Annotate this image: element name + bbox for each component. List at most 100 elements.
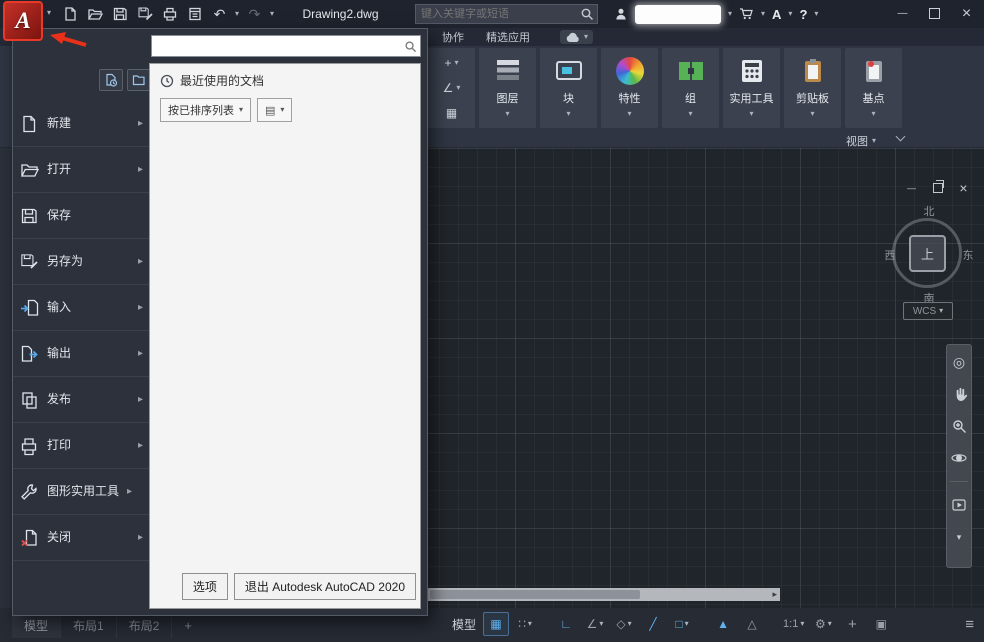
tab-collaborate[interactable]: 协作 (436, 30, 470, 46)
fragment-tool-1[interactable]: + (444, 56, 458, 70)
scrollbar-right-arrow-icon[interactable]: ▸ (772, 589, 777, 600)
minimize-window-icon[interactable] (895, 6, 910, 21)
snap-icon[interactable]: ∷ (512, 612, 538, 636)
viewcube-top-face[interactable]: 上 (909, 235, 946, 272)
fragment-tool-2[interactable]: ∠ (443, 81, 461, 95)
display-caret-icon (280, 106, 284, 114)
exit-button[interactable]: 退出 Autodesk AutoCAD 2020 (234, 573, 416, 600)
panel-groups[interactable]: 组 (662, 48, 719, 128)
sort-order-dropdown[interactable]: 按已排序列表 (160, 98, 251, 122)
isodraft-icon[interactable]: ◇ (611, 612, 637, 636)
display-mode-dropdown[interactable]: ▤ (257, 98, 292, 122)
menu-item-print[interactable]: 打印 (13, 423, 149, 469)
wrench-icon (19, 482, 39, 502)
panel-clipboard[interactable]: 剪贴板 (784, 48, 841, 128)
menu-item-new[interactable]: 新建 (13, 101, 149, 147)
navigation-wheel-icon[interactable]: ◎ (950, 353, 968, 371)
redo-icon[interactable]: ↷ (245, 5, 264, 24)
panel-basepoint[interactable]: 基点 (845, 48, 902, 128)
help-icon[interactable]: ? (799, 7, 807, 22)
scrollbar-thumb[interactable] (430, 590, 640, 599)
zoom-icon[interactable] (950, 417, 968, 435)
submenu-arrow-icon (138, 440, 143, 451)
viewport-restore-icon[interactable] (931, 181, 944, 194)
ribbon-minimize-icon[interactable] (896, 132, 906, 142)
hardware-acceleration-icon[interactable]: ▣ (868, 612, 894, 636)
menu-item-close[interactable]: 关闭 (13, 515, 149, 561)
cart-caret-icon[interactable] (761, 10, 765, 18)
clipboard-icon (798, 55, 828, 87)
panel-utilities[interactable]: 实用工具 (723, 48, 780, 128)
page-setup-icon[interactable] (185, 5, 204, 24)
submenu-arrow-icon (138, 302, 143, 313)
compass-east[interactable]: 东 (958, 247, 978, 263)
menu-item-save-as[interactable]: 另存为 (13, 239, 149, 285)
horizontal-scrollbar[interactable]: ▸ (428, 588, 780, 601)
panel-groups-caret-icon (688, 110, 692, 118)
menu-item-publish[interactable]: 发布 (13, 377, 149, 423)
undo-caret-icon[interactable] (235, 10, 239, 18)
customize-icon[interactable]: ≡ (965, 611, 974, 637)
panel-layers[interactable]: 图层 (479, 48, 536, 128)
autodesk-logo[interactable]: A (772, 7, 781, 22)
menu-item-export[interactable]: 输出 (13, 331, 149, 377)
undo-icon[interactable]: ↶ (210, 5, 229, 24)
menu-item-import[interactable]: 输入 (13, 285, 149, 331)
menu-search-input[interactable] (152, 40, 404, 52)
help-caret-icon[interactable] (814, 10, 818, 18)
save-icon[interactable] (110, 5, 129, 24)
pan-hand-icon[interactable] (950, 385, 968, 403)
panel-properties[interactable]: 特性 (601, 48, 658, 128)
options-button[interactable]: 选项 (182, 573, 228, 600)
submenu-arrow-icon (138, 348, 143, 359)
menu-item-drawing-utilities[interactable]: 图形实用工具 (13, 469, 149, 515)
annotation-visibility-icon[interactable]: ▲ (710, 612, 736, 636)
polar-tracking-icon[interactable]: ∠ (582, 612, 608, 636)
menu-item-open[interactable]: 打开 (13, 147, 149, 193)
menu-search-icon[interactable] (404, 40, 420, 53)
wcs-selector[interactable]: WCS (903, 302, 953, 320)
search-icon[interactable] (580, 7, 597, 21)
view-panel-label[interactable]: 视图 (846, 133, 876, 149)
sort-caret-icon (239, 106, 243, 114)
app-store-cart-icon[interactable] (739, 7, 754, 21)
viewport-minimize-icon[interactable] (905, 181, 918, 194)
annotation-scale-button[interactable]: 1:1 (780, 612, 807, 636)
crosshair-icon[interactable]: + (839, 612, 865, 636)
help-search-input[interactable] (416, 8, 580, 20)
grid-icon[interactable]: ▦ (483, 612, 509, 636)
plot-icon[interactable] (160, 5, 179, 24)
autoscale-icon[interactable]: △ (739, 612, 765, 636)
recent-documents-icon[interactable] (99, 69, 123, 91)
object-snap-icon[interactable]: □ (669, 612, 695, 636)
compass-west[interactable]: 西 (880, 247, 900, 263)
viewport-close-icon[interactable] (957, 181, 970, 194)
close-window-icon[interactable] (959, 6, 974, 21)
fragment-tool-3[interactable]: ▦ (446, 106, 457, 120)
app-menu-button[interactable]: A (3, 1, 43, 41)
workspace-switch-icon[interactable]: ⚙ (810, 612, 836, 636)
user-account-redacted[interactable] (635, 5, 721, 24)
panel-block[interactable]: 块 (540, 48, 597, 128)
model-space-button[interactable]: 模型 (452, 616, 476, 633)
open-documents-icon[interactable] (127, 69, 151, 91)
navbar-more-icon[interactable]: ▾ (950, 528, 968, 546)
drawing-canvas[interactable]: 北 南 西 东 上 WCS ◎ ▾ (420, 148, 984, 608)
sign-in-icon[interactable] (614, 7, 628, 21)
orbit-icon[interactable] (950, 449, 968, 467)
cloud-share-button[interactable] (560, 30, 593, 44)
ortho-icon[interactable]: ∟ (553, 612, 579, 636)
compass-north[interactable]: 北 (919, 203, 939, 219)
menu-item-save[interactable]: 保存 (13, 193, 149, 239)
new-file-icon[interactable] (60, 5, 79, 24)
save-as-icon[interactable] (135, 5, 154, 24)
navigation-bar: ◎ ▾ (946, 344, 972, 568)
tab-featured-apps[interactable]: 精选应用 (480, 30, 536, 46)
open-file-icon[interactable] (85, 5, 104, 24)
object-snap-tracking-icon[interactable]: ╱ (640, 612, 666, 636)
account-caret-icon[interactable] (728, 10, 732, 18)
autodesk-caret-icon[interactable] (788, 10, 792, 18)
showmotion-icon[interactable] (950, 496, 968, 514)
maximize-window-icon[interactable] (927, 6, 942, 21)
app-menu-caret-icon[interactable] (47, 9, 51, 17)
